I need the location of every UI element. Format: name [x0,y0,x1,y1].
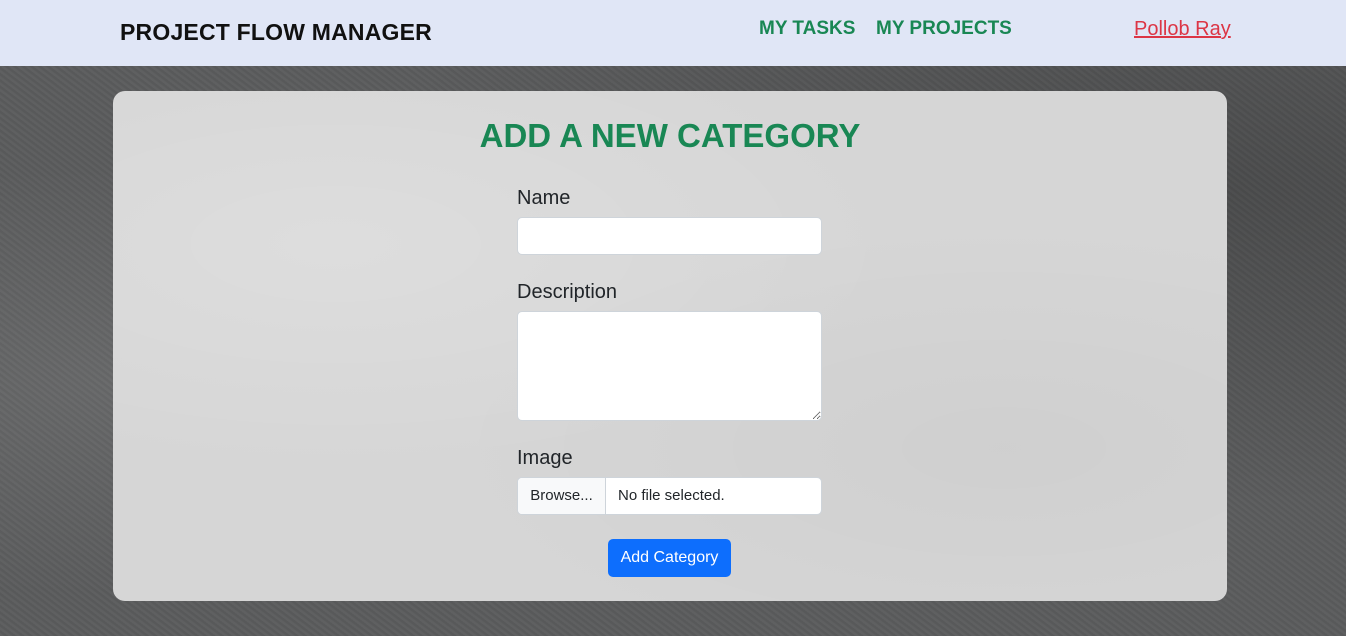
image-label: Image [517,447,573,469]
add-category-card: ADD A NEW CATEGORY Name Description Imag… [113,91,1227,601]
page-title: ADD A NEW CATEGORY [479,117,861,154]
name-label: Name [517,187,571,209]
browse-button[interactable]: Browse... [518,478,606,514]
name-input[interactable] [517,217,822,255]
image-file-input[interactable]: Browse... No file selected. [517,477,822,515]
nav-link-my-tasks[interactable]: MY TASKS [759,18,855,40]
file-status-text: No file selected. [618,487,725,504]
description-label: Description [517,281,618,303]
add-category-button[interactable]: Add Category [608,539,731,577]
brand-title[interactable]: PROJECT FLOW MANAGER [120,19,432,46]
description-textarea[interactable] [517,311,822,421]
nav-link-my-projects[interactable]: MY PROJECTS [876,18,1012,40]
top-navbar: PROJECT FLOW MANAGER MY TASKS MY PROJECT… [0,0,1346,66]
user-profile-link[interactable]: Pollob Ray [1134,18,1231,41]
